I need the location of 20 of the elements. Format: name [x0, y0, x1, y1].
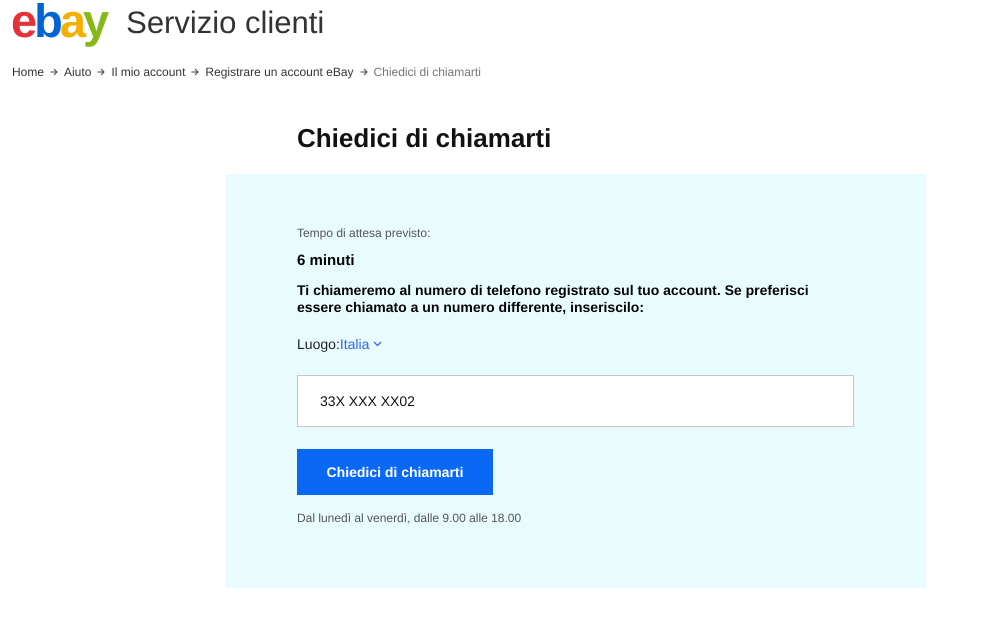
arrow-right-icon [50, 68, 58, 76]
wait-time: 6 minuti [297, 252, 356, 269]
breadcrumb-link[interactable]: Aiuto [64, 65, 92, 79]
arrow-right-icon [97, 68, 106, 76]
arrow-right-icon [191, 68, 200, 76]
location-label: Luogo: [297, 336, 340, 352]
opening-hours: Dal lunedì al venerdì, dalle 9.00 alle 18.00 [297, 511, 522, 525]
breadcrumb-link[interactable]: Il mio account [111, 65, 186, 79]
location-dropdown[interactable]: Italia [340, 336, 382, 352]
info-message: Ti chiameremo al numero di telefono registrato sul tuo account. Se preferisci essere chiamato a un numero differente, inseriscilo: [297, 282, 810, 316]
page-header-title: Servizio clienti [126, 5, 324, 41]
wait-label: Tempo di attesa previsto: [297, 226, 432, 240]
breadcrumb-link[interactable]: Home [12, 65, 44, 79]
page-heading: Chiedici di chiamarti [297, 123, 552, 153]
arrow-right-icon [360, 68, 368, 76]
call-me-button[interactable]: Chiedici di chiamarti [297, 449, 493, 495]
chevron-down-icon [373, 341, 382, 347]
breadcrumb-link[interactable]: Registrare un account eBay [205, 65, 354, 79]
current-page-label: Chiedici di chiamarti [374, 65, 481, 79]
phone-input-field[interactable]: 33X XXX XX02 [297, 375, 854, 427]
